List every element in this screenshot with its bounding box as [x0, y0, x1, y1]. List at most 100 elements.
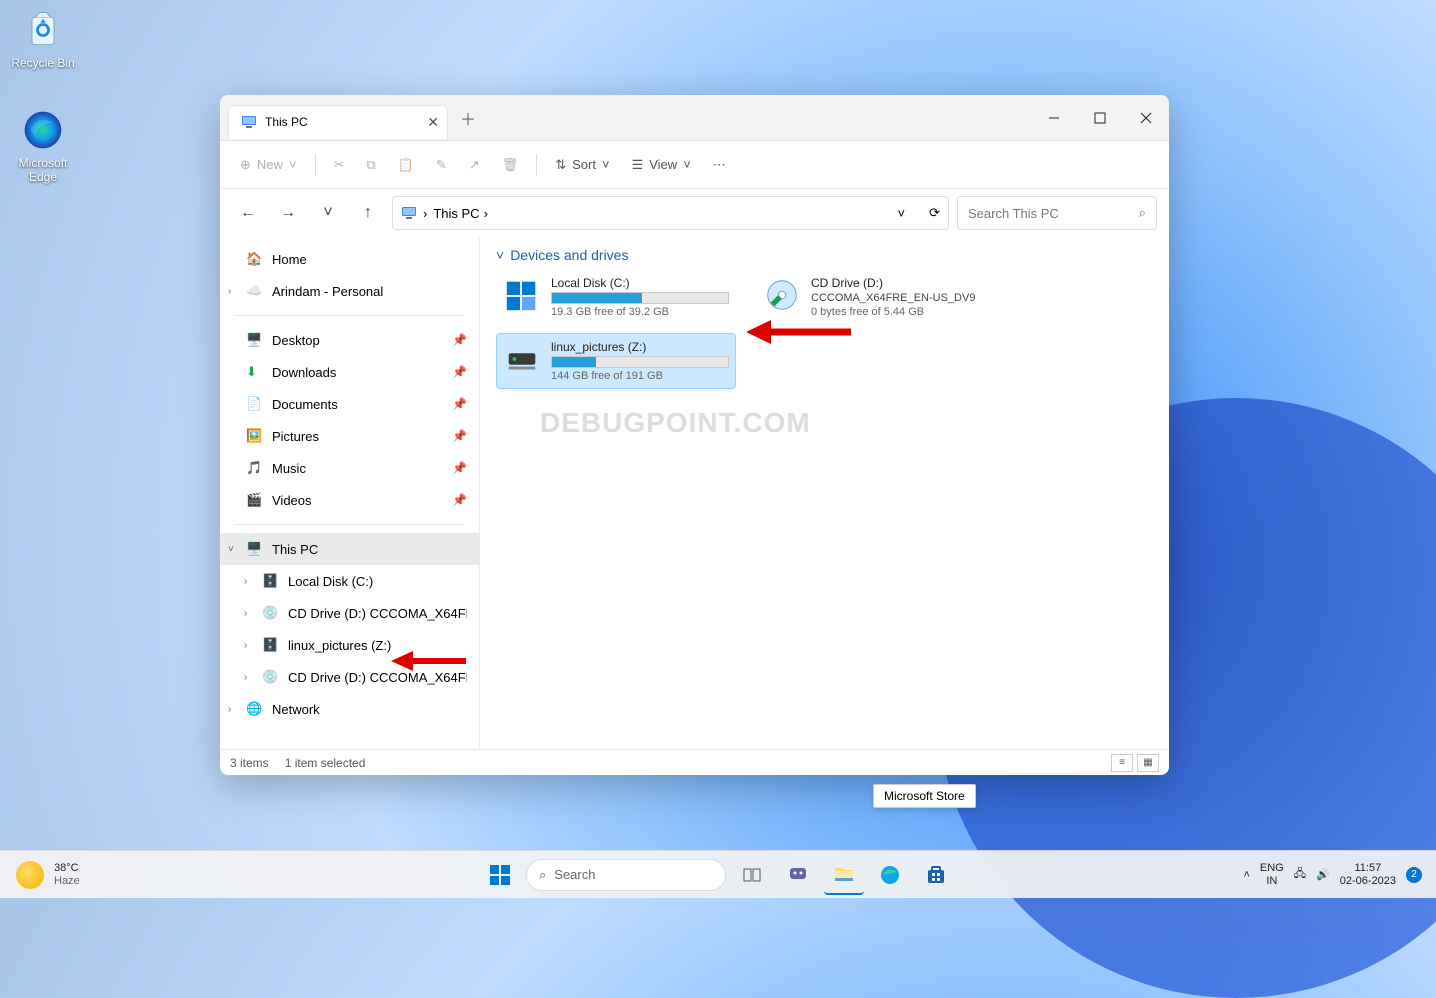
sidebar-item-label: Pictures	[272, 429, 319, 444]
recent-button[interactable]: ˅	[312, 197, 344, 229]
edge-button[interactable]	[870, 855, 910, 895]
forward-button[interactable]: →	[272, 197, 304, 229]
breadcrumb[interactable]: This PC ›	[433, 206, 488, 221]
sidebar-item-desktop[interactable]: 🖥️Desktop📌	[220, 324, 479, 356]
drive-local-disk-c[interactable]: Local Disk (C:) 19.3 GB free of 39.2 GB	[496, 269, 736, 325]
section-label: Devices and drives	[510, 247, 628, 263]
tab-close-button[interactable]: ✕	[427, 114, 439, 131]
sidebar-item-local-disk-c[interactable]: ›🗄️Local Disk (C:)	[220, 565, 479, 597]
more-button[interactable]: ⋯	[705, 149, 734, 181]
drive-linux-pictures-z[interactable]: linux_pictures (Z:) 144 GB free of 191 G…	[496, 333, 736, 389]
cut-button[interactable]: ✂	[326, 149, 353, 181]
annotation-arrow-1	[746, 317, 856, 347]
drive-free-text: 19.3 GB free of 39.2 GB	[551, 306, 729, 318]
delete-button[interactable]: 🗑	[494, 149, 527, 181]
task-view-button[interactable]	[732, 855, 772, 895]
chat-button[interactable]	[778, 855, 818, 895]
music-icon: 🎵	[246, 460, 262, 476]
new-tab-button[interactable]: ＋	[460, 106, 476, 130]
usage-bar	[551, 356, 729, 368]
taskbar-weather[interactable]: 38°C Haze	[0, 861, 80, 889]
search-input[interactable]: Search This PC ⌕	[957, 196, 1157, 230]
volume-icon[interactable]: 🔊	[1316, 868, 1330, 881]
network-icon[interactable]: 🖧	[1294, 865, 1306, 884]
breadcrumb-label: This PC	[433, 206, 479, 221]
document-icon: 📄	[246, 396, 262, 412]
desktop-icon-edge[interactable]: Microsoft Edge	[6, 108, 80, 184]
sidebar-item-onedrive[interactable]: › ☁️ Arindam - Personal	[220, 275, 479, 307]
sidebar-item-pictures[interactable]: 🖼️Pictures📌	[220, 420, 479, 452]
ellipsis-icon: ⋯	[713, 157, 726, 173]
sidebar-item-videos[interactable]: 🎬Videos📌	[220, 484, 479, 516]
separator	[536, 154, 537, 176]
status-item-count: 3 items	[230, 756, 269, 770]
clock[interactable]: 11:5702-06-2023	[1340, 862, 1396, 888]
copy-button[interactable]: ⧉	[358, 149, 383, 181]
chevron-down-icon: ˅	[602, 157, 610, 172]
cloud-icon: ☁️	[246, 283, 262, 299]
drive-cd-icon	[763, 276, 801, 314]
refresh-button[interactable]: ⟳	[929, 205, 940, 221]
sidebar-item-cd-drive-d[interactable]: ›💿CD Drive (D:) CCCOMA_X64FRE_EN-US_	[220, 597, 479, 629]
drive-free-text: 144 GB free of 191 GB	[551, 370, 729, 382]
chevron-right-icon[interactable]: ›	[228, 704, 231, 715]
chevron-right-icon[interactable]: ›	[244, 640, 247, 651]
paste-button[interactable]: 📋	[390, 149, 422, 181]
chevron-right-icon[interactable]: ›	[244, 672, 247, 683]
maximize-button[interactable]	[1077, 95, 1123, 141]
chevron-right-icon[interactable]: ›	[244, 576, 247, 587]
tiles-view-button[interactable]: ▦	[1137, 754, 1159, 772]
chevron-right-icon[interactable]: ›	[244, 608, 247, 619]
cd-icon: 💿	[262, 605, 278, 621]
share-button[interactable]: ↗	[461, 149, 488, 181]
edge-icon	[21, 108, 65, 152]
taskbar-search[interactable]: ⌕Search	[526, 859, 726, 891]
sidebar-item-network[interactable]: ›🌐Network	[220, 693, 479, 725]
desktop-icon: 🖥️	[246, 332, 262, 348]
chevron-down-icon[interactable]: ˅	[228, 544, 234, 555]
content-pane: ˅Devices and drives Local Disk (C:) 19.3…	[480, 237, 1169, 749]
language-indicator[interactable]: ENGIN	[1260, 862, 1284, 888]
sidebar-item-documents[interactable]: 📄Documents📌	[220, 388, 479, 420]
status-bar: 3 items 1 item selected ≡ ▦	[220, 749, 1169, 775]
sidebar-item-label: Arindam - Personal	[272, 284, 383, 299]
chevron-right-icon: ›	[484, 206, 488, 221]
section-devices-drives[interactable]: ˅Devices and drives	[496, 247, 1153, 263]
sidebar-item-downloads[interactable]: ⬇Downloads📌	[220, 356, 479, 388]
sidebar-item-label: linux_pictures (Z:)	[288, 638, 391, 653]
store-button[interactable]	[916, 855, 956, 895]
details-view-button[interactable]: ≡	[1111, 754, 1133, 772]
usage-bar	[551, 292, 729, 304]
pin-icon: 📌	[452, 461, 467, 475]
home-icon: 🏠	[246, 251, 262, 267]
new-button[interactable]: ⊕New˅	[232, 149, 305, 181]
sidebar-item-label: Documents	[272, 397, 338, 412]
sidebar-item-music[interactable]: 🎵Music📌	[220, 452, 479, 484]
rename-icon: ✎	[436, 157, 447, 173]
up-button[interactable]: ↑	[352, 197, 384, 229]
drive-name: linux_pictures (Z:)	[551, 340, 729, 354]
chevron-down-icon: ˅	[683, 157, 691, 172]
chevron-down-icon[interactable]: ˅	[898, 206, 906, 221]
close-button[interactable]	[1123, 95, 1169, 141]
address-bar[interactable]: › This PC › ˅ ⟳	[392, 196, 949, 230]
start-button[interactable]	[480, 855, 520, 895]
desktop-icon-recycle-bin[interactable]: Recycle Bin	[6, 8, 80, 70]
sidebar-item-this-pc[interactable]: ˅🖥️This PC	[220, 533, 479, 565]
file-explorer-button[interactable]	[824, 855, 864, 895]
tray-overflow-button[interactable]: ˄	[1243, 869, 1249, 881]
minimize-button[interactable]	[1031, 95, 1077, 141]
chevron-right-icon[interactable]: ›	[228, 286, 231, 297]
watermark-text: DEBUGPOINT.COM	[540, 407, 811, 439]
status-selected-count: 1 item selected	[285, 756, 366, 770]
video-icon: 🎬	[246, 492, 262, 508]
rename-button[interactable]: ✎	[428, 149, 455, 181]
tab-this-pc[interactable]: This PC ✕	[228, 105, 448, 139]
sidebar-item-home[interactable]: 🏠Home	[220, 243, 479, 275]
copy-icon: ⧉	[366, 157, 375, 173]
back-button[interactable]: ←	[232, 197, 264, 229]
view-button[interactable]: ☰View˅	[624, 149, 699, 181]
sort-button[interactable]: ⇅Sort˅	[547, 149, 617, 181]
notification-badge[interactable]: 2	[1406, 867, 1422, 883]
taskbar-tray: ˄ ENGIN 🖧 🔊 11:5702-06-2023 2	[1243, 862, 1436, 888]
